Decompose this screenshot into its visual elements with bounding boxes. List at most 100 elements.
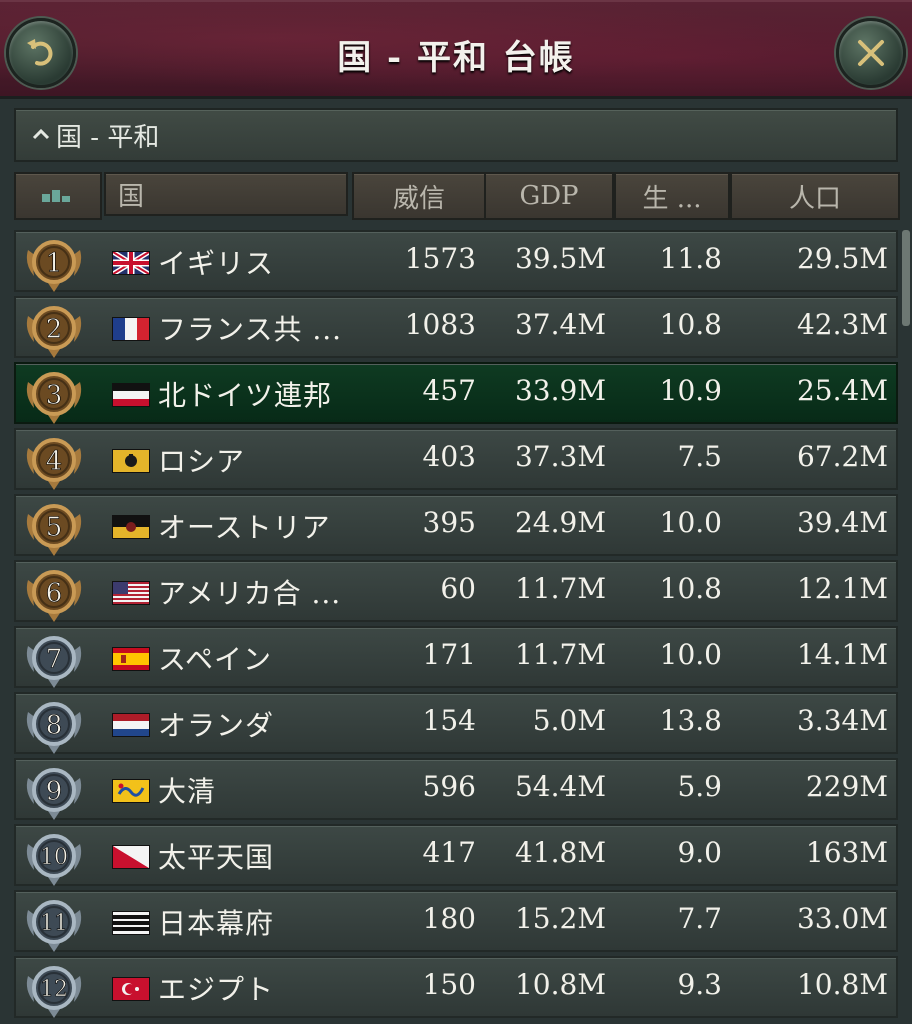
scrollbar[interactable] (902, 230, 910, 326)
svg-text:4: 4 (46, 446, 63, 476)
country-name[interactable]: 太平天国 (158, 836, 274, 876)
table-row[interactable]: 8 オランダ 154 5.0M 13.8 3.34M (14, 692, 898, 754)
standard-of-living-value: 11.8 (659, 242, 722, 275)
population-value: 229M (805, 770, 888, 803)
prestige-value: 417 (422, 836, 476, 869)
svg-text:8: 8 (46, 710, 63, 740)
gdp-value: 15.2M (514, 902, 606, 935)
population-value: 3.34M (796, 704, 888, 737)
prestige-value: 403 (422, 440, 476, 473)
svg-text:11: 11 (40, 911, 68, 936)
shogunate-flag-icon (112, 911, 150, 935)
taiping-flag-icon (112, 845, 150, 869)
rank-medal-icon: 5 (22, 492, 86, 558)
usa-flag-icon (112, 581, 150, 605)
country-name[interactable]: ロシア (158, 440, 245, 480)
country-name[interactable]: エジプト (158, 968, 274, 1008)
country-name[interactable]: オーストリア (158, 506, 331, 546)
column-header-gdp[interactable]: GDP (484, 172, 614, 220)
rank-medal-icon: 1 (22, 228, 86, 294)
prestige-value: 150 (422, 968, 476, 1001)
close-button[interactable] (836, 18, 906, 88)
rank-medal-icon: 11 (22, 888, 86, 954)
table-row[interactable]: 6 アメリカ合 ... 60 11.7M 10.8 12.1M (14, 560, 898, 622)
column-header-country[interactable]: 国 (104, 172, 348, 216)
gdp-value: 11.7M (514, 638, 606, 671)
table-row[interactable]: 1 イギリス 1573 39.5M 11.8 29.5M (14, 230, 898, 292)
population-value: 39.4M (796, 506, 888, 539)
table-row[interactable]: 4 ロシア 403 37.3M 7.5 67.2M (14, 428, 898, 490)
gdp-value: 24.9M (514, 506, 606, 539)
title-bar: 国 - 平和 台帳 (0, 0, 912, 99)
rank-medal-icon: 2 (22, 294, 86, 360)
column-icon-header[interactable] (14, 172, 102, 220)
austria-flag-icon (112, 515, 150, 539)
population-value: 29.5M (796, 242, 888, 275)
prestige-value: 171 (422, 638, 476, 671)
gdp-value: 33.9M (514, 374, 606, 407)
window-title: 国 - 平和 台帳 (337, 38, 575, 78)
standard-of-living-value: 10.0 (659, 638, 722, 671)
prestige-value: 180 (422, 902, 476, 935)
gdp-value: 39.5M (514, 242, 606, 275)
russia-flag-icon (112, 449, 150, 473)
rank-medal-icon: 3 (22, 360, 86, 426)
country-name[interactable]: フランス共 ... (158, 308, 342, 348)
svg-text:9: 9 (46, 776, 63, 806)
standard-of-living-value: 10.8 (659, 572, 722, 605)
prestige-value: 395 (422, 506, 476, 539)
population-value: 42.3M (796, 308, 888, 341)
rank-medal-icon: 7 (22, 624, 86, 690)
column-header-prestige[interactable]: 威信 (352, 172, 486, 220)
close-x-icon (854, 36, 888, 70)
column-header-population[interactable]: 人口 (730, 172, 900, 220)
bar-chart-icon (40, 181, 76, 211)
population-value: 33.0M (796, 902, 888, 935)
prestige-value: 1083 (404, 308, 476, 341)
standard-of-living-value: 7.5 (677, 440, 722, 473)
standard-of-living-value: 10.8 (659, 308, 722, 341)
table-row[interactable]: 5 オーストリア 395 24.9M 10.0 39.4M (14, 494, 898, 556)
svg-text:5: 5 (46, 512, 63, 542)
country-name[interactable]: 北ドイツ連邦 (158, 374, 332, 414)
table-row[interactable]: 3 北ドイツ連邦 457 33.9M 10.9 25.4M (14, 362, 898, 424)
population-value: 12.1M (796, 572, 888, 605)
gdp-value: 11.7M (514, 572, 606, 605)
standard-of-living-value: 9.0 (677, 836, 722, 869)
svg-text:3: 3 (46, 380, 63, 410)
country-name[interactable]: 大清 (158, 770, 216, 810)
table-row[interactable]: 9 大清 596 54.4M 5.9 229M (14, 758, 898, 820)
table-row[interactable]: 11 日本幕府 180 15.2M 7.7 33.0M (14, 890, 898, 952)
svg-text:12: 12 (40, 977, 68, 1002)
rank-medal-icon: 10 (22, 822, 86, 888)
uk-flag-icon (112, 251, 150, 275)
prestige-value: 154 (422, 704, 476, 737)
prestige-value: 596 (422, 770, 476, 803)
gdp-value: 37.3M (514, 440, 606, 473)
table-row[interactable]: 7 スペイン 171 11.7M 10.0 14.1M (14, 626, 898, 688)
country-name[interactable]: イギリス (158, 242, 274, 282)
country-name[interactable]: 日本幕府 (158, 902, 274, 942)
table-row[interactable]: 2 フランス共 ... 1083 37.4M 10.8 42.3M (14, 296, 898, 358)
spain-flag-icon (112, 647, 150, 671)
svg-text:10: 10 (40, 845, 68, 870)
table-row[interactable]: 10 太平天国 417 41.8M 9.0 163M (14, 824, 898, 886)
population-value: 163M (805, 836, 888, 869)
rank-medal-icon: 8 (22, 690, 86, 756)
standard-of-living-value: 10.9 (659, 374, 722, 407)
svg-text:1: 1 (46, 248, 63, 278)
group-header-peace[interactable]: 国 - 平和 (14, 108, 898, 162)
gdp-value: 5.0M (532, 704, 606, 737)
gdp-value: 10.8M (514, 968, 606, 1001)
prestige-value: 1573 (404, 242, 476, 275)
column-header-standard-of-living[interactable]: 生 ... (614, 172, 730, 220)
standard-of-living-value: 5.9 (677, 770, 722, 803)
netherlands-flag-icon (112, 713, 150, 737)
rank-medal-icon: 9 (22, 756, 86, 822)
svg-text:6: 6 (46, 578, 63, 608)
country-name[interactable]: スペイン (158, 638, 272, 678)
country-name[interactable]: アメリカ合 ... (158, 572, 341, 612)
table-row[interactable]: 12 エジプト 150 10.8M 9.3 10.8M (14, 956, 898, 1018)
standard-of-living-value: 13.8 (659, 704, 722, 737)
country-name[interactable]: オランダ (158, 704, 274, 744)
